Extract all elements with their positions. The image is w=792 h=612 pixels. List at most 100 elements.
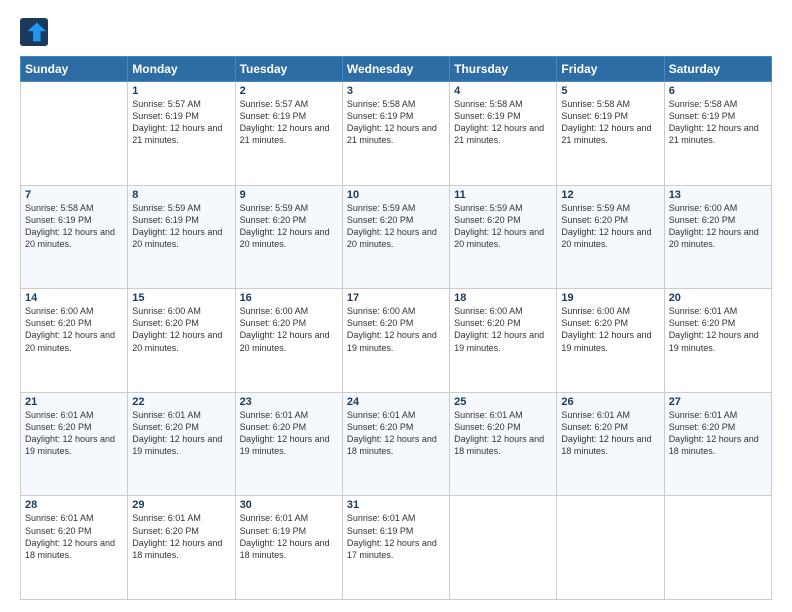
day-info: Sunrise: 6:00 AMSunset: 6:20 PMDaylight:… — [347, 305, 445, 354]
calendar-cell: 29Sunrise: 6:01 AMSunset: 6:20 PMDayligh… — [128, 496, 235, 600]
day-info: Sunrise: 6:00 AMSunset: 6:20 PMDaylight:… — [454, 305, 552, 354]
day-info: Sunrise: 5:58 AMSunset: 6:19 PMDaylight:… — [25, 202, 123, 251]
calendar-cell: 13Sunrise: 6:00 AMSunset: 6:20 PMDayligh… — [664, 185, 771, 289]
page-header — [20, 18, 772, 46]
day-info: Sunrise: 6:01 AMSunset: 6:19 PMDaylight:… — [347, 512, 445, 561]
day-info: Sunrise: 5:57 AMSunset: 6:19 PMDaylight:… — [240, 98, 338, 147]
day-info: Sunrise: 6:00 AMSunset: 6:20 PMDaylight:… — [25, 305, 123, 354]
weekday-header: Friday — [557, 57, 664, 82]
calendar-cell: 20Sunrise: 6:01 AMSunset: 6:20 PMDayligh… — [664, 289, 771, 393]
day-info: Sunrise: 6:01 AMSunset: 6:20 PMDaylight:… — [347, 409, 445, 458]
calendar-cell: 19Sunrise: 6:00 AMSunset: 6:20 PMDayligh… — [557, 289, 664, 393]
weekday-header: Tuesday — [235, 57, 342, 82]
day-number: 12 — [561, 189, 659, 201]
day-number: 8 — [132, 189, 230, 201]
day-info: Sunrise: 6:01 AMSunset: 6:20 PMDaylight:… — [669, 305, 767, 354]
day-number: 28 — [25, 499, 123, 511]
calendar-page: SundayMondayTuesdayWednesdayThursdayFrid… — [0, 0, 792, 612]
calendar-cell: 11Sunrise: 5:59 AMSunset: 6:20 PMDayligh… — [450, 185, 557, 289]
calendar-cell: 10Sunrise: 5:59 AMSunset: 6:20 PMDayligh… — [342, 185, 449, 289]
day-info: Sunrise: 6:01 AMSunset: 6:20 PMDaylight:… — [454, 409, 552, 458]
calendar-cell: 8Sunrise: 5:59 AMSunset: 6:19 PMDaylight… — [128, 185, 235, 289]
weekday-header: Thursday — [450, 57, 557, 82]
day-info: Sunrise: 6:01 AMSunset: 6:20 PMDaylight:… — [240, 409, 338, 458]
weekday-header: Saturday — [664, 57, 771, 82]
day-info: Sunrise: 6:01 AMSunset: 6:20 PMDaylight:… — [25, 409, 123, 458]
day-info: Sunrise: 5:58 AMSunset: 6:19 PMDaylight:… — [454, 98, 552, 147]
calendar-header-row: SundayMondayTuesdayWednesdayThursdayFrid… — [21, 57, 772, 82]
day-info: Sunrise: 6:01 AMSunset: 6:20 PMDaylight:… — [132, 409, 230, 458]
day-number: 27 — [669, 396, 767, 408]
day-info: Sunrise: 6:01 AMSunset: 6:20 PMDaylight:… — [132, 512, 230, 561]
day-info: Sunrise: 5:59 AMSunset: 6:20 PMDaylight:… — [240, 202, 338, 251]
logo-icon — [20, 18, 48, 46]
weekday-header: Sunday — [21, 57, 128, 82]
day-info: Sunrise: 6:00 AMSunset: 6:20 PMDaylight:… — [669, 202, 767, 251]
day-number: 24 — [347, 396, 445, 408]
calendar-cell: 28Sunrise: 6:01 AMSunset: 6:20 PMDayligh… — [21, 496, 128, 600]
day-info: Sunrise: 5:58 AMSunset: 6:19 PMDaylight:… — [347, 98, 445, 147]
calendar-table: SundayMondayTuesdayWednesdayThursdayFrid… — [20, 56, 772, 600]
day-number: 13 — [669, 189, 767, 201]
calendar-week-row: 21Sunrise: 6:01 AMSunset: 6:20 PMDayligh… — [21, 392, 772, 496]
day-info: Sunrise: 5:59 AMSunset: 6:20 PMDaylight:… — [561, 202, 659, 251]
day-info: Sunrise: 5:57 AMSunset: 6:19 PMDaylight:… — [132, 98, 230, 147]
day-number: 18 — [454, 292, 552, 304]
day-number: 10 — [347, 189, 445, 201]
day-number: 14 — [25, 292, 123, 304]
calendar-cell — [450, 496, 557, 600]
calendar-week-row: 1Sunrise: 5:57 AMSunset: 6:19 PMDaylight… — [21, 82, 772, 186]
calendar-cell: 6Sunrise: 5:58 AMSunset: 6:19 PMDaylight… — [664, 82, 771, 186]
day-number: 6 — [669, 85, 767, 97]
calendar-cell: 2Sunrise: 5:57 AMSunset: 6:19 PMDaylight… — [235, 82, 342, 186]
calendar-week-row: 14Sunrise: 6:00 AMSunset: 6:20 PMDayligh… — [21, 289, 772, 393]
calendar-cell: 30Sunrise: 6:01 AMSunset: 6:19 PMDayligh… — [235, 496, 342, 600]
calendar-cell — [557, 496, 664, 600]
day-number: 25 — [454, 396, 552, 408]
day-number: 4 — [454, 85, 552, 97]
day-number: 11 — [454, 189, 552, 201]
day-number: 5 — [561, 85, 659, 97]
day-info: Sunrise: 6:00 AMSunset: 6:20 PMDaylight:… — [240, 305, 338, 354]
day-number: 29 — [132, 499, 230, 511]
calendar-cell: 15Sunrise: 6:00 AMSunset: 6:20 PMDayligh… — [128, 289, 235, 393]
calendar-cell: 18Sunrise: 6:00 AMSunset: 6:20 PMDayligh… — [450, 289, 557, 393]
calendar-cell: 25Sunrise: 6:01 AMSunset: 6:20 PMDayligh… — [450, 392, 557, 496]
logo — [20, 18, 52, 46]
day-number: 23 — [240, 396, 338, 408]
day-number: 19 — [561, 292, 659, 304]
calendar-cell: 9Sunrise: 5:59 AMSunset: 6:20 PMDaylight… — [235, 185, 342, 289]
day-number: 3 — [347, 85, 445, 97]
day-number: 20 — [669, 292, 767, 304]
calendar-cell: 21Sunrise: 6:01 AMSunset: 6:20 PMDayligh… — [21, 392, 128, 496]
day-info: Sunrise: 6:01 AMSunset: 6:20 PMDaylight:… — [561, 409, 659, 458]
calendar-cell: 17Sunrise: 6:00 AMSunset: 6:20 PMDayligh… — [342, 289, 449, 393]
day-number: 30 — [240, 499, 338, 511]
day-number: 2 — [240, 85, 338, 97]
day-info: Sunrise: 5:59 AMSunset: 6:19 PMDaylight:… — [132, 202, 230, 251]
calendar-cell: 23Sunrise: 6:01 AMSunset: 6:20 PMDayligh… — [235, 392, 342, 496]
day-number: 9 — [240, 189, 338, 201]
calendar-week-row: 28 Sunrise: 6:01 AMSunset: 6:20 PMDayligh… — [21, 496, 772, 600]
calendar-cell: 14Sunrise: 6:00 AMSunset: 6:20 PMDayligh… — [21, 289, 128, 393]
day-info: Sunrise: 5:58 AMSunset: 6:19 PMDaylight:… — [669, 98, 767, 147]
calendar-cell: 22Sunrise: 6:01 AMSunset: 6:20 PMDayligh… — [128, 392, 235, 496]
day-info: Sunrise: 6:00 AMSunset: 6:20 PMDaylight:… — [132, 305, 230, 354]
calendar-week-row: 7Sunrise: 5:58 AMSunset: 6:19 PMDaylight… — [21, 185, 772, 289]
day-number: 1 — [132, 85, 230, 97]
calendar-cell: 16Sunrise: 6:00 AMSunset: 6:20 PMDayligh… — [235, 289, 342, 393]
calendar-cell — [21, 82, 128, 186]
day-number: 7 — [25, 189, 123, 201]
calendar-cell: 1Sunrise: 5:57 AMSunset: 6:19 PMDaylight… — [128, 82, 235, 186]
day-number: 31 — [347, 499, 445, 511]
weekday-header: Monday — [128, 57, 235, 82]
day-number: 15 — [132, 292, 230, 304]
calendar-cell: 27Sunrise: 6:01 AMSunset: 6:20 PMDayligh… — [664, 392, 771, 496]
day-number: 16 — [240, 292, 338, 304]
day-info: Sunrise: 6:01 AMSunset: 6:20 PMDaylight:… — [669, 409, 767, 458]
day-info: Sunrise: 5:58 AMSunset: 6:19 PMDaylight:… — [561, 98, 659, 147]
weekday-header: Wednesday — [342, 57, 449, 82]
calendar-cell: 12Sunrise: 5:59 AMSunset: 6:20 PMDayligh… — [557, 185, 664, 289]
calendar-cell: 26Sunrise: 6:01 AMSunset: 6:20 PMDayligh… — [557, 392, 664, 496]
calendar-cell: 31Sunrise: 6:01 AMSunset: 6:19 PMDayligh… — [342, 496, 449, 600]
